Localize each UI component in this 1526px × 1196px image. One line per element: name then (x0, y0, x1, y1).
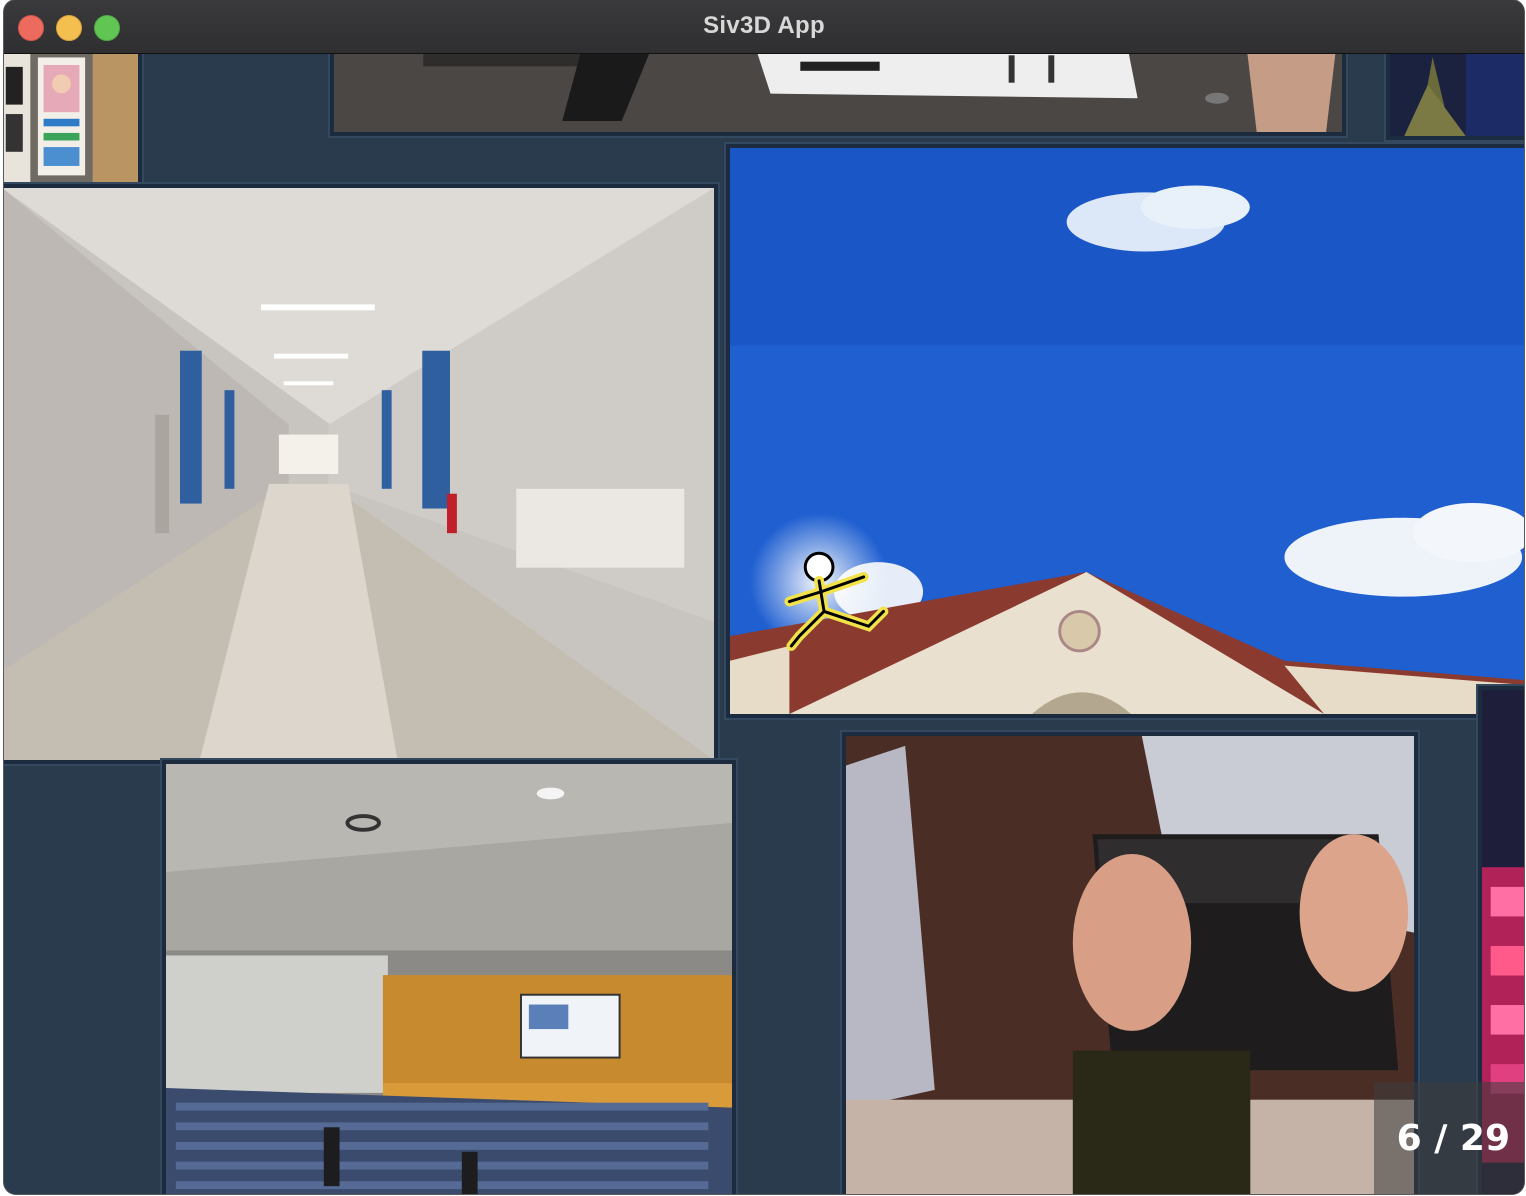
photo-event-venue[interactable] (330, 54, 1346, 136)
photo-tree-night[interactable] (1386, 54, 1524, 140)
page-counter: 6 / 29 (1374, 1082, 1524, 1194)
app-window: Siv3D App 6 / 29 (4, 0, 1524, 1194)
window-title: Siv3D App (703, 12, 825, 39)
photo-sky-building[interactable] (726, 144, 1524, 718)
photo-corridor[interactable] (4, 184, 718, 764)
photo-canvas[interactable]: 6 / 29 (4, 54, 1524, 1194)
photo-hands-device[interactable] (842, 732, 1418, 1194)
title-bar[interactable]: Siv3D App (4, 0, 1524, 54)
photo-lecture-hall[interactable] (162, 760, 736, 1194)
photo-storefront[interactable] (4, 54, 142, 186)
